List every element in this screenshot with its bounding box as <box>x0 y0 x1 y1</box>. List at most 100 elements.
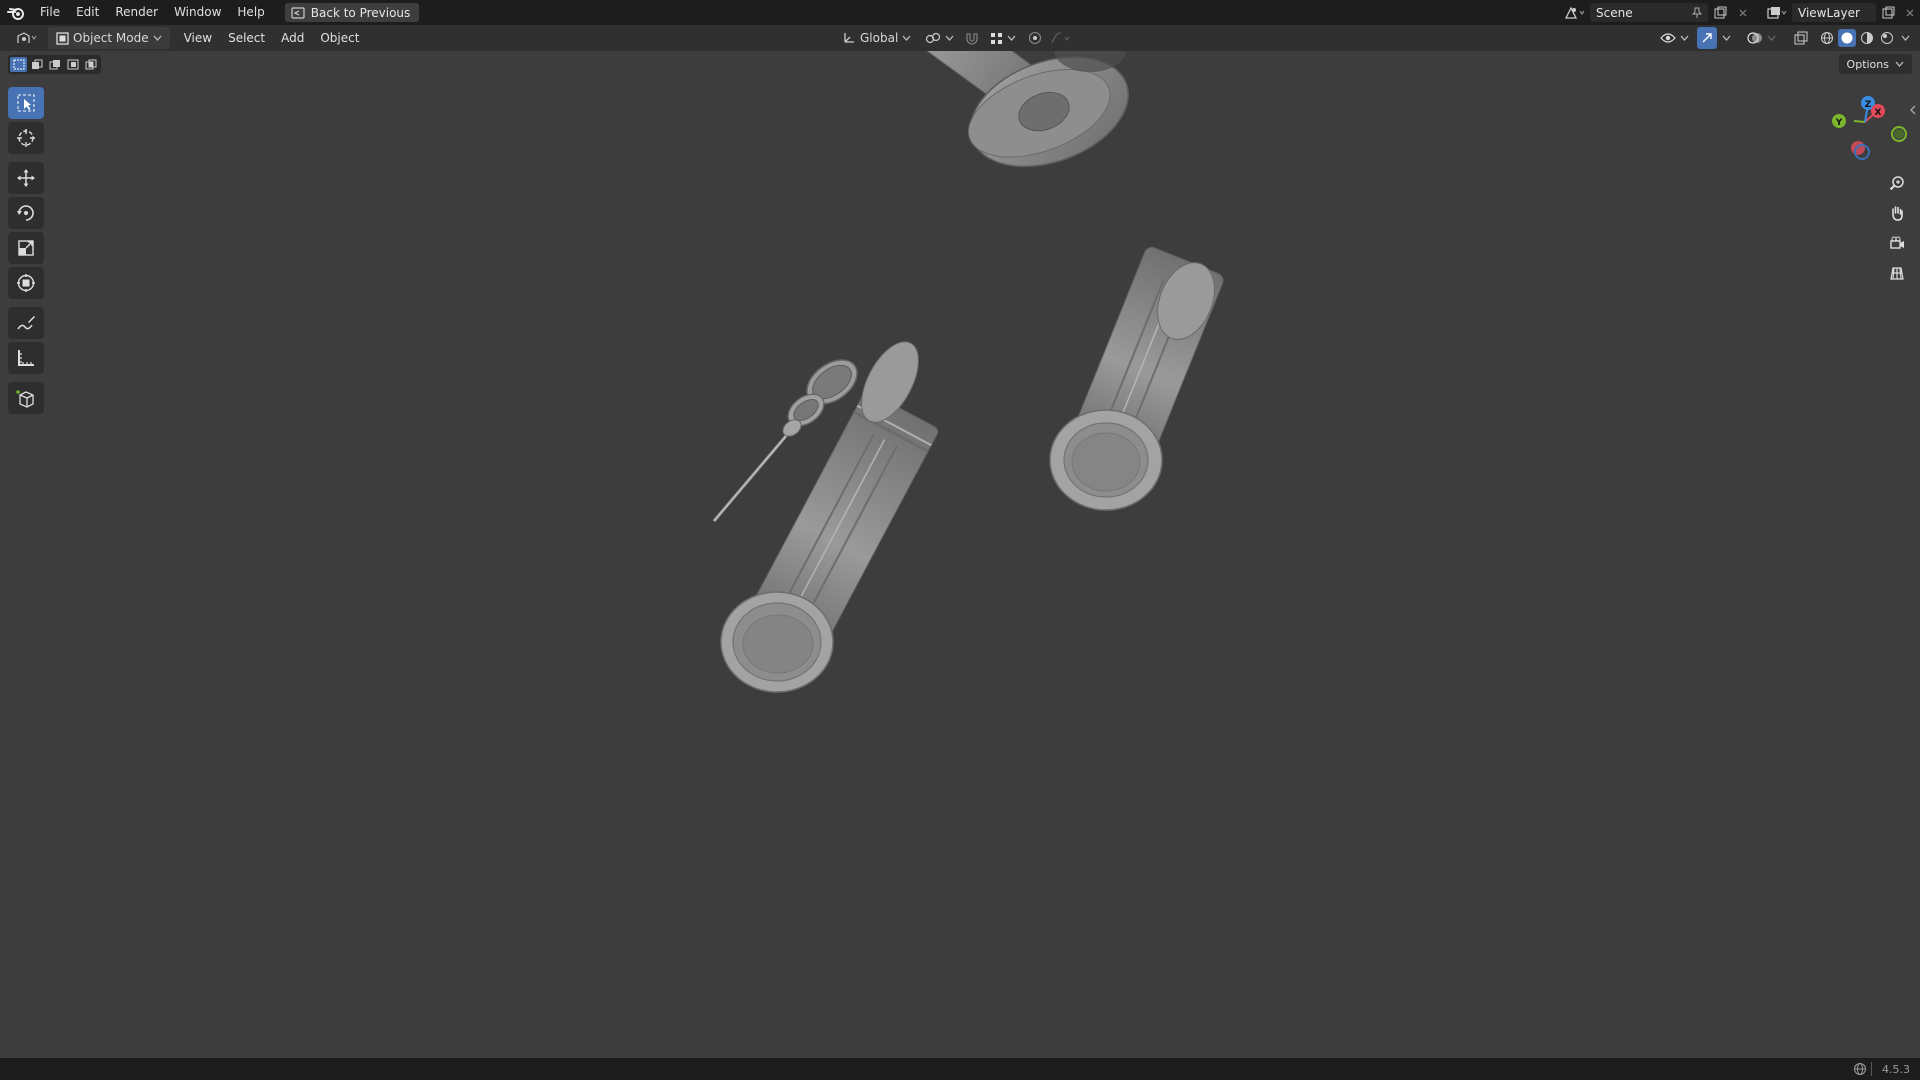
viewport-canvas[interactable] <box>0 51 1920 1058</box>
transform-icon <box>16 273 36 293</box>
falloff-curve-icon[interactable] <box>1048 32 1074 44</box>
gizmo-toggle[interactable] <box>1697 27 1717 49</box>
version-label: 4.5.3 <box>1882 1062 1910 1076</box>
select-subtract-icon[interactable] <box>46 57 63 72</box>
syringe-needle[interactable] <box>712 435 788 522</box>
rendered-shading-icon[interactable] <box>1878 31 1896 45</box>
tool-scale[interactable] <box>8 232 44 264</box>
pan-view-button[interactable] <box>1884 200 1910 226</box>
delete-scene-icon[interactable] <box>1732 8 1754 18</box>
select-intersect-icon[interactable] <box>82 57 99 72</box>
menu-window[interactable]: Window <box>166 0 229 25</box>
chevron-down-icon <box>153 35 162 41</box>
tool-rotate[interactable] <box>8 197 44 229</box>
new-view-layer-icon[interactable] <box>1876 6 1900 19</box>
menu-object[interactable]: Object <box>312 31 367 45</box>
solid-shading-icon[interactable] <box>1838 29 1856 47</box>
navigation-gizmo[interactable]: Z X Y <box>1820 90 1910 170</box>
mode-dropdown[interactable]: Object Mode <box>48 27 170 49</box>
globe-icon[interactable] <box>1853 1062 1867 1076</box>
gizmo-icon <box>1700 31 1714 45</box>
perspective-toggle-button[interactable] <box>1884 260 1910 286</box>
tool-transform[interactable] <box>8 267 44 299</box>
move-icon <box>16 168 36 188</box>
gizmo-z-label: Z <box>1865 100 1872 110</box>
menu-add[interactable]: Add <box>273 31 312 45</box>
tool-annotate[interactable] <box>8 307 44 339</box>
scene-icon[interactable] <box>1560 6 1590 20</box>
zoom-view-button[interactable] <box>1884 170 1910 196</box>
status-bar: 4.5.3 <box>0 1058 1920 1080</box>
camera-view-button[interactable] <box>1884 230 1910 256</box>
camera-icon <box>1889 235 1905 251</box>
rotate-icon <box>16 203 36 223</box>
tool-add-cube[interactable] <box>8 382 44 414</box>
shading-modes <box>1818 29 1912 47</box>
select-extend-icon[interactable] <box>28 57 45 72</box>
hand-icon <box>1889 205 1905 221</box>
pin-icon[interactable] <box>1692 7 1702 19</box>
tool-measure[interactable] <box>8 342 44 374</box>
grid-perspective-icon <box>1889 265 1905 281</box>
screen-back-icon <box>291 6 305 19</box>
view-layer-name: ViewLayer <box>1798 5 1860 20</box>
zoom-icon <box>1889 175 1905 191</box>
tool-select-box[interactable] <box>8 87 44 119</box>
chevron-down-icon <box>1680 35 1689 41</box>
menu-select[interactable]: Select <box>220 31 273 45</box>
syringe-barrel[interactable] <box>780 51 1144 440</box>
selection-mode-buttons <box>8 55 101 74</box>
overlays-toggle[interactable] <box>1741 27 1782 49</box>
scale-icon <box>16 238 36 258</box>
menu-help[interactable]: Help <box>229 0 272 25</box>
mode-label: Object Mode <box>73 31 149 45</box>
menu-view[interactable]: View <box>176 31 220 45</box>
chevron-down-icon <box>1767 35 1776 41</box>
new-scene-icon[interactable] <box>1708 6 1732 19</box>
delete-view-layer-icon[interactable] <box>1900 8 1920 18</box>
pivot-link-icon <box>925 31 941 45</box>
chevron-down-icon <box>1895 61 1904 67</box>
options-dropdown[interactable]: Options <box>1838 54 1912 74</box>
tool-cursor[interactable] <box>8 122 44 154</box>
snap-target-dropdown[interactable] <box>984 27 1022 49</box>
transform-orientation-dropdown[interactable]: Global <box>836 27 917 49</box>
xray-toggle-icon[interactable] <box>1790 31 1812 45</box>
menu-file[interactable]: File <box>32 0 68 25</box>
orientation-axes-icon <box>842 31 856 45</box>
overlays-icon <box>1747 31 1763 45</box>
cursor-icon <box>16 128 36 148</box>
blender-logo-icon[interactable] <box>0 0 32 25</box>
plunger-cap-right[interactable] <box>1049 245 1225 511</box>
material-shading-icon[interactable] <box>1858 31 1876 45</box>
menu-edit[interactable]: Edit <box>68 0 107 25</box>
select-new-icon[interactable] <box>10 57 27 72</box>
chevron-down-icon <box>902 35 911 41</box>
menu-render[interactable]: Render <box>107 0 166 25</box>
scene-name-field[interactable]: Scene <box>1590 3 1708 22</box>
select-box-icon <box>16 93 36 113</box>
options-label: Options <box>1846 57 1889 71</box>
select-invert-icon[interactable] <box>64 57 81 72</box>
view-layer-icon[interactable] <box>1762 6 1792 20</box>
transform-controls: Global <box>836 27 1074 49</box>
gizmo-y-label: Y <box>1835 118 1843 128</box>
scene-name: Scene <box>1596 5 1633 20</box>
viewport-display-controls <box>1654 27 1912 49</box>
wireframe-shading-icon[interactable] <box>1818 31 1836 45</box>
snap-magnet-icon[interactable] <box>962 31 982 45</box>
measure-ruler-icon <box>16 348 36 368</box>
visibility-dropdown[interactable] <box>1654 27 1695 49</box>
view-layer-field[interactable]: ViewLayer <box>1792 3 1876 22</box>
proportional-editing-icon[interactable] <box>1024 31 1046 45</box>
chevron-down-icon[interactable] <box>1898 35 1912 41</box>
transform-orientation-label: Global <box>860 31 899 45</box>
tool-move[interactable] <box>8 162 44 194</box>
back-to-previous-button[interactable]: Back to Previous <box>284 3 420 22</box>
chevron-down-icon <box>945 35 954 41</box>
object-mode-icon <box>56 31 69 45</box>
editor-type-button[interactable] <box>10 27 44 49</box>
pivot-point-dropdown[interactable] <box>919 27 960 49</box>
chevron-down-icon[interactable] <box>1719 35 1733 41</box>
viewport-header: Object Mode View Select Add Object Globa… <box>0 25 1920 51</box>
